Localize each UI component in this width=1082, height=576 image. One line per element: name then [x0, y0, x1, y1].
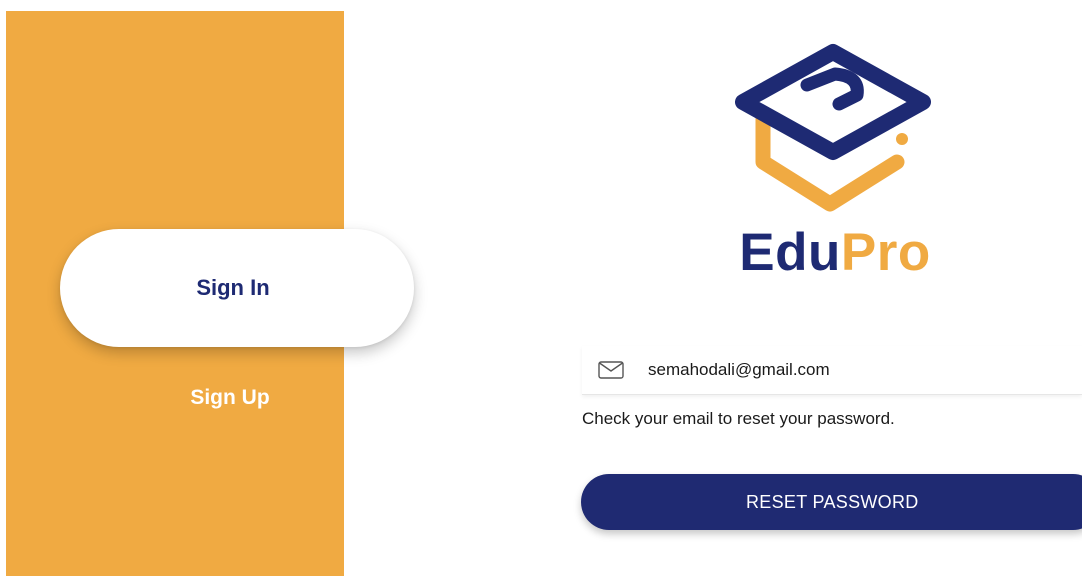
brand-name-pro: Pro [840, 223, 931, 282]
email-value: semahodali@gmail.com [648, 360, 830, 379]
reset-helper-text: Check your email to reset your password. [582, 409, 895, 428]
sign-in-tab[interactable]: Sign In [60, 229, 414, 347]
brand-name: EduPro [700, 218, 970, 288]
graduation-cap-logo-icon [735, 44, 931, 212]
reset-password-label: RESET PASSWORD [746, 491, 919, 512]
email-field[interactable]: semahodali@gmail.com [582, 346, 1082, 395]
sign-up-label: Sign Up [190, 386, 270, 409]
brand-name-edu: Edu [739, 223, 841, 282]
sign-in-label: Sign In [196, 275, 270, 300]
envelope-icon [598, 360, 624, 380]
reset-password-button[interactable]: RESET PASSWORD [581, 474, 1082, 530]
sign-up-tab[interactable]: Sign Up [175, 378, 285, 418]
